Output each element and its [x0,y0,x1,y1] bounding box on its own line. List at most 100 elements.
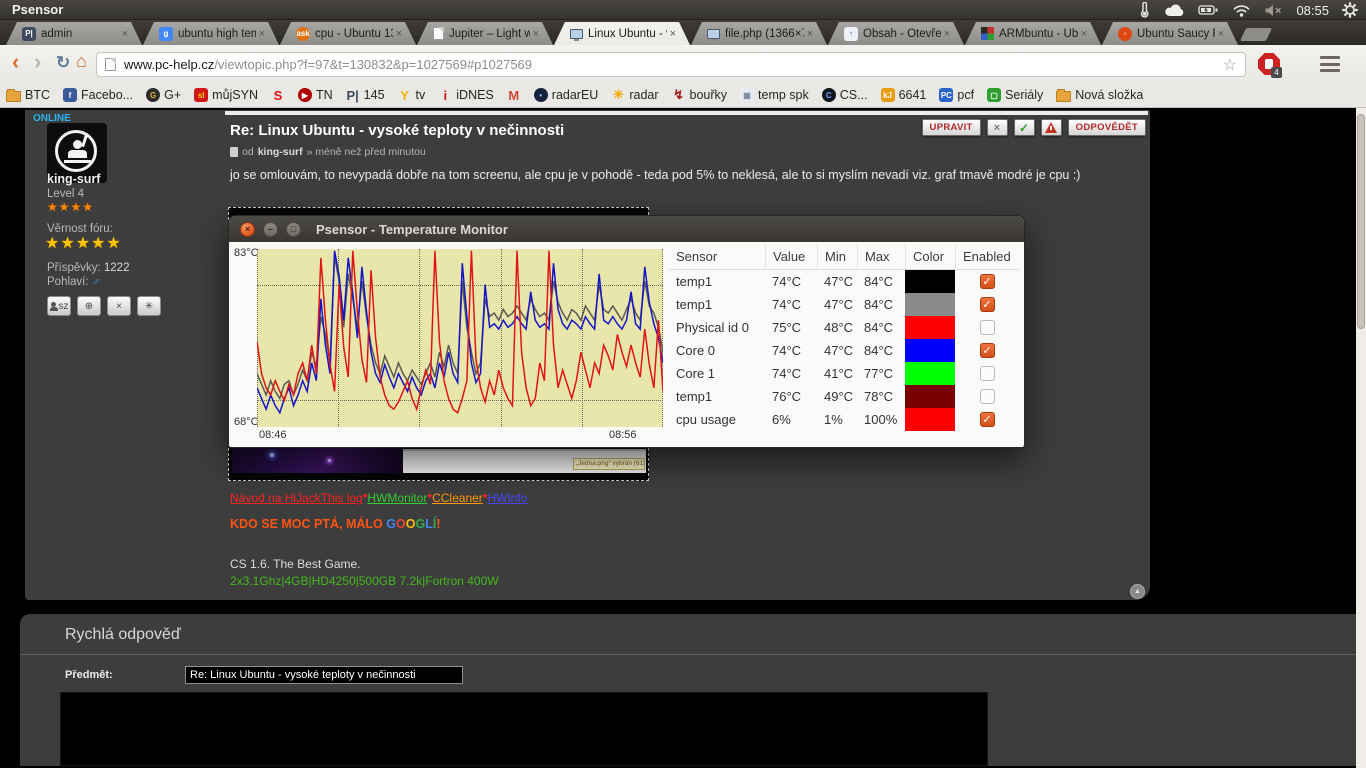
sensor-enabled-checkbox[interactable] [980,320,995,335]
column-header-value[interactable]: Value [765,244,817,270]
tab-favicon: g [159,27,173,41]
bookmark-radareu[interactable]: •radarEU [534,88,599,102]
active-app-title[interactable]: Psensor [12,2,63,17]
window-maximize-icon[interactable]: □ [286,222,301,237]
signature-link[interactable]: HWInfo [487,491,527,505]
approve-icon[interactable]: ✓ [1014,119,1035,136]
column-header-max[interactable]: Max [857,244,905,270]
new-tab-button[interactable] [1240,28,1272,41]
psensor-titlebar[interactable]: × – □ Psensor - Temperature Monitor [229,216,1024,242]
bookmark-serialy[interactable]: ▢Seriály [987,88,1043,102]
bookmark-gplus[interactable]: GG+ [146,88,181,102]
thermometer-icon[interactable] [1137,2,1151,18]
bookmark-pcf[interactable]: PCpcf [939,88,974,102]
edit-button[interactable]: UPRAVIT [922,119,981,136]
battery-icon[interactable] [1198,4,1219,16]
scroll-to-top-button[interactable]: ▲ [1130,584,1145,599]
bookmark-btc[interactable]: BTC [6,88,50,102]
signature-link[interactable]: HWMonitor [367,491,427,505]
post-buttons: UPRAVIT × ✓ ODPOVĚDĚT [922,119,1146,136]
profile-icon[interactable]: sz [47,296,71,316]
bookmark-tv[interactable]: Ytv [398,88,426,102]
signature-link[interactable]: Návod na HiJackThis log [230,491,363,505]
clock[interactable]: 08:55 [1296,3,1329,18]
bookmark-bourky[interactable]: ↯bouřky [672,88,728,102]
bookmark-idnes[interactable]: iiDNES [438,88,494,102]
sensor-color-swatch [905,339,955,362]
volume-muted-icon[interactable] [1264,4,1283,17]
reply-button[interactable]: ODPOVĚDĚT [1068,119,1146,136]
tab-close-icon[interactable]: × [396,28,402,40]
scrollbar-thumb[interactable] [1357,114,1365,329]
tab-close-icon[interactable]: × [1218,28,1224,40]
tab-close-icon[interactable]: × [670,28,676,40]
column-header-min[interactable]: Min [817,244,857,270]
tab-8[interactable]: ARMbuntu - Ubu× [965,22,1101,45]
im-status-icon[interactable]: × [107,296,131,316]
sensor-min: 47°C [817,339,857,362]
delete-icon[interactable]: × [987,119,1008,136]
tab-2[interactable]: gubuntu high temp× [143,22,279,45]
tab-close-icon[interactable]: × [807,28,813,40]
bookmark-mujsyn[interactable]: slmůjSYN [194,88,258,102]
sensor-enabled-checkbox[interactable]: ✓ [980,297,995,312]
www-globe-icon[interactable]: ⊕ [77,296,101,316]
bookmark-pi145[interactable]: P|145 [346,88,385,102]
tab-1[interactable]: P|admin× [6,22,142,45]
sensor-enabled-checkbox[interactable]: ✓ [980,412,995,427]
column-header-color[interactable]: Color [905,244,955,270]
bookmark-gmail[interactable]: M [507,88,521,102]
icq-flower-icon[interactable]: ✳ [137,296,161,316]
tab-9[interactable]: ◦Ubuntu Saucy Re× [1102,22,1238,45]
tab-3[interactable]: askcpu - Ubuntu 13.× [280,22,416,45]
session-gear-icon[interactable] [1342,2,1358,18]
sensor-enabled-checkbox[interactable] [980,389,995,404]
sensor-enabled-checkbox[interactable]: ✓ [980,274,995,289]
bookmark-label: radarEU [552,88,599,102]
bookmark-novaslozka[interactable]: Nová složka [1056,88,1143,102]
sensor-enabled-checkbox[interactable] [980,366,995,381]
tab-4[interactable]: Jupiter – Light w× [417,22,553,45]
window-close-icon[interactable]: × [240,222,255,237]
wifi-icon[interactable] [1232,4,1251,17]
subject-input[interactable] [185,666,463,684]
reload-icon[interactable]: ↻ [56,53,70,73]
column-header-enabled[interactable]: Enabled [955,244,1019,270]
bookmark-star-icon[interactable]: ☆ [1223,55,1237,75]
menu-icon[interactable] [1320,56,1340,72]
reply-textarea[interactable] [60,692,988,766]
tab-close-icon[interactable]: × [533,28,539,40]
tab-7[interactable]: ↑Obsah - Otevřená× [828,22,964,45]
window-minimize-icon[interactable]: – [263,222,278,237]
byline-author[interactable]: king-surf [258,146,303,158]
bookmark-6641[interactable]: kJ6641 [881,88,927,102]
tab-favicon [570,29,583,39]
page-scrollbar[interactable] [1356,108,1366,768]
report-icon[interactable] [1041,119,1062,136]
tab-close-icon[interactable]: × [259,28,265,40]
bookmark-radar[interactable]: ☀radar [611,88,658,102]
home-icon[interactable]: ⌂ [76,51,87,72]
bookmark-btc-icon [6,91,21,102]
tab-close-icon[interactable]: × [122,28,128,40]
signature-link[interactable]: CCleaner [432,491,483,505]
bookmark-tempspk[interactable]: ▦temp spk [740,88,809,102]
forward-icon[interactable]: › [34,49,41,75]
bookmark-s[interactable]: S [271,88,285,102]
sensor-enabled-checkbox[interactable]: ✓ [980,343,995,358]
url-text[interactable]: www.pc-help.cz/viewtopic.php?f=97&t=1308… [124,57,1223,72]
tab-close-icon[interactable]: × [944,28,950,40]
column-header-sensor[interactable]: Sensor [669,244,765,270]
image-filename-tooltip: „Jedna.png“ vybrán (611,7kB) [573,458,645,470]
back-icon[interactable]: ‹ [12,49,19,75]
tab-5-active[interactable]: Linux Ubuntu - vy× [554,22,690,45]
bookmark-cs[interactable]: CCS... [822,88,868,102]
tab-6[interactable]: file.php (1366×7× [691,22,827,45]
bookmark-facebook[interactable]: fFacebo... [63,88,133,102]
tab-close-icon[interactable]: × [1081,28,1087,40]
cloud-icon[interactable] [1164,3,1185,17]
address-bar[interactable]: www.pc-help.cz/viewtopic.php?f=97&t=1308… [96,52,1246,77]
bookmark-tn[interactable]: ▶TN [298,88,333,102]
author-username[interactable]: king-surf [47,172,100,186]
sensor-name: Core 0 [669,339,765,362]
